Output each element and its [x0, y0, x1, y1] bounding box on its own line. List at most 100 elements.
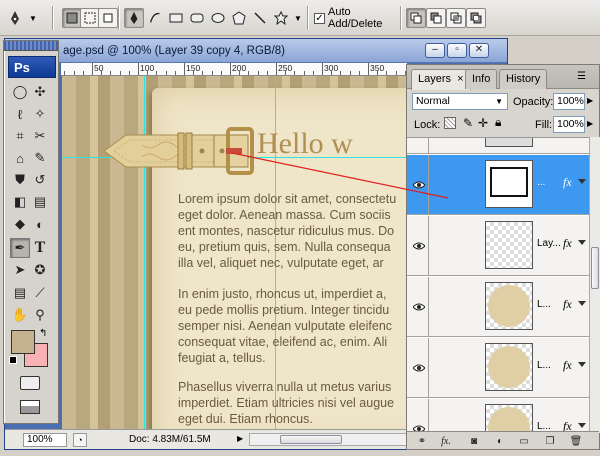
- scrollbar-thumb[interactable]: [591, 247, 599, 289]
- expand-effects-icon[interactable]: [578, 423, 586, 428]
- scrollbar-thumb[interactable]: [280, 435, 342, 444]
- layer-effects-icon[interactable]: fx: [563, 358, 572, 373]
- history-brush-icon[interactable]: ↺: [30, 170, 50, 190]
- lock-all-icon[interactable]: 🔒︎: [495, 115, 501, 130]
- lasso-tool-icon[interactable]: ℓ: [10, 104, 30, 124]
- zoom-field[interactable]: 100%: [23, 433, 67, 447]
- toolbox-grip[interactable]: [4, 41, 58, 51]
- marquee-tool-icon[interactable]: ◯: [10, 82, 30, 102]
- expand-effects-icon[interactable]: [578, 240, 586, 245]
- new-layer-icon[interactable]: ❐: [543, 434, 557, 448]
- fill-pixels-button[interactable]: [98, 8, 118, 28]
- shape-dropdown-icon[interactable]: ▼: [293, 8, 303, 28]
- preset-dropdown-icon[interactable]: ▼: [28, 8, 38, 28]
- magic-wand-tool-icon[interactable]: ✧: [30, 104, 50, 124]
- lock-transparency-icon[interactable]: [444, 117, 456, 129]
- expand-effects-icon[interactable]: [578, 362, 586, 367]
- layer-row[interactable]: ... fx: [407, 155, 589, 215]
- auto-add-delete-checkbox[interactable]: ✓: [313, 8, 326, 28]
- notes-tool-icon[interactable]: ▤: [10, 283, 30, 303]
- status-info-icon[interactable]: ◔: [73, 433, 87, 447]
- status-menu-arrow-icon[interactable]: ▶: [237, 434, 243, 443]
- polygon-tool-icon[interactable]: [230, 8, 248, 28]
- intersect-shape-button[interactable]: [446, 8, 466, 28]
- crop-tool-icon[interactable]: ⌗: [10, 126, 30, 146]
- lock-image-icon[interactable]: ✎: [463, 116, 473, 130]
- exclude-shape-button[interactable]: [466, 8, 486, 28]
- rounded-rectangle-tool-icon[interactable]: [188, 8, 206, 28]
- blend-mode-select[interactable]: Normal ▼: [412, 93, 508, 110]
- visibility-eye-icon[interactable]: [409, 155, 429, 214]
- trash-icon[interactable]: 🗑︎: [569, 434, 583, 448]
- rectangle-tool-icon[interactable]: [167, 8, 185, 28]
- combine-shapes-button[interactable]: [406, 8, 426, 28]
- layer-effects-icon[interactable]: fx: [563, 297, 572, 312]
- custom-shape-icon[interactable]: ✪: [30, 260, 50, 280]
- eyedropper-tool-icon[interactable]: ⟋: [30, 283, 50, 303]
- visibility-eye-icon[interactable]: [409, 138, 429, 153]
- pen-tool-button[interactable]: [124, 8, 144, 28]
- layer-row[interactable]: L... fx: [407, 399, 589, 433]
- new-group-icon[interactable]: ▭: [517, 434, 531, 448]
- ellipse-tool-icon[interactable]: [209, 8, 227, 28]
- pen-tool-icon[interactable]: ✒: [10, 238, 30, 258]
- minimize-button[interactable]: –: [425, 43, 445, 58]
- slice-tool-icon[interactable]: ✂: [30, 126, 50, 146]
- document-title-bar[interactable]: age.psd @ 100% (Layer 39 copy 4, RGB/8) …: [5, 39, 507, 63]
- screen-mode-icon[interactable]: [20, 400, 40, 414]
- expand-effects-icon[interactable]: [578, 179, 586, 184]
- layer-effects-icon[interactable]: fx: [563, 175, 572, 190]
- layer-row[interactable]: L... fx: [407, 277, 589, 337]
- fill-field[interactable]: 100%: [553, 116, 585, 133]
- lock-position-icon[interactable]: ✛: [478, 116, 488, 130]
- brush-tool-icon[interactable]: ✎: [30, 148, 50, 168]
- tab-layers[interactable]: Layers ×: [411, 69, 471, 90]
- foreground-color-swatch[interactable]: [11, 330, 35, 354]
- visibility-eye-icon[interactable]: [409, 399, 429, 433]
- layer-row[interactable]: L... fx: [407, 338, 589, 398]
- opacity-slider-arrow-icon[interactable]: ▶: [587, 96, 593, 105]
- custom-shape-tool-icon[interactable]: [272, 8, 290, 28]
- layer-effects-icon[interactable]: fx: [563, 236, 572, 251]
- clone-stamp-icon[interactable]: ⛊: [10, 170, 30, 190]
- photoshop-logo[interactable]: Ps: [8, 56, 56, 78]
- hand-tool-icon[interactable]: ✋: [10, 305, 30, 325]
- dodge-tool-icon[interactable]: ◐: [30, 214, 50, 234]
- layers-scrollbar[interactable]: [589, 137, 600, 433]
- opacity-field[interactable]: 100%: [553, 93, 585, 110]
- visibility-eye-icon[interactable]: [409, 338, 429, 397]
- expand-effects-icon[interactable]: [578, 301, 586, 306]
- tab-info[interactable]: Info: [465, 69, 498, 89]
- close-icon[interactable]: ×: [457, 73, 463, 85]
- freeform-pen-icon[interactable]: [146, 8, 164, 28]
- adjustment-layer-icon[interactable]: ◐: [493, 434, 507, 448]
- paths-button[interactable]: [80, 8, 100, 28]
- blur-tool-icon[interactable]: ◆: [10, 214, 30, 234]
- pen-tool-preset-icon[interactable]: [4, 8, 26, 28]
- eraser-tool-icon[interactable]: ◧: [10, 192, 30, 212]
- visibility-eye-icon[interactable]: [409, 216, 429, 275]
- line-tool-icon[interactable]: [251, 8, 269, 28]
- path-selection-icon[interactable]: ➤: [10, 260, 30, 280]
- zoom-tool-icon[interactable]: ⚲: [30, 305, 50, 325]
- move-tool-icon[interactable]: ✣: [30, 82, 50, 102]
- tab-history[interactable]: History: [499, 69, 548, 89]
- layer-mask-icon[interactable]: ◙: [467, 434, 481, 448]
- text-tool-icon[interactable]: T: [30, 238, 50, 258]
- quick-mask-icon[interactable]: [20, 376, 40, 390]
- link-layers-icon[interactable]: ⚭: [415, 434, 429, 448]
- visibility-eye-icon[interactable]: [409, 277, 429, 336]
- layer-style-icon[interactable]: fx.: [439, 434, 453, 448]
- healing-brush-icon[interactable]: ⌂: [10, 148, 30, 168]
- maximize-button[interactable]: ▫: [447, 43, 467, 58]
- shape-layers-button[interactable]: [62, 8, 82, 28]
- horizontal-scrollbar[interactable]: [249, 433, 407, 446]
- close-button[interactable]: ✕: [469, 43, 489, 58]
- layer-row[interactable]: Lay... fx: [407, 216, 589, 276]
- gradient-tool-icon[interactable]: ▤: [30, 192, 50, 212]
- layer-row[interactable]: [407, 138, 589, 154]
- default-colors-icon[interactable]: [9, 356, 17, 364]
- fill-slider-arrow-icon[interactable]: ▶: [587, 119, 593, 128]
- swap-colors-icon[interactable]: ↰: [39, 328, 47, 339]
- subtract-shape-button[interactable]: [426, 8, 446, 28]
